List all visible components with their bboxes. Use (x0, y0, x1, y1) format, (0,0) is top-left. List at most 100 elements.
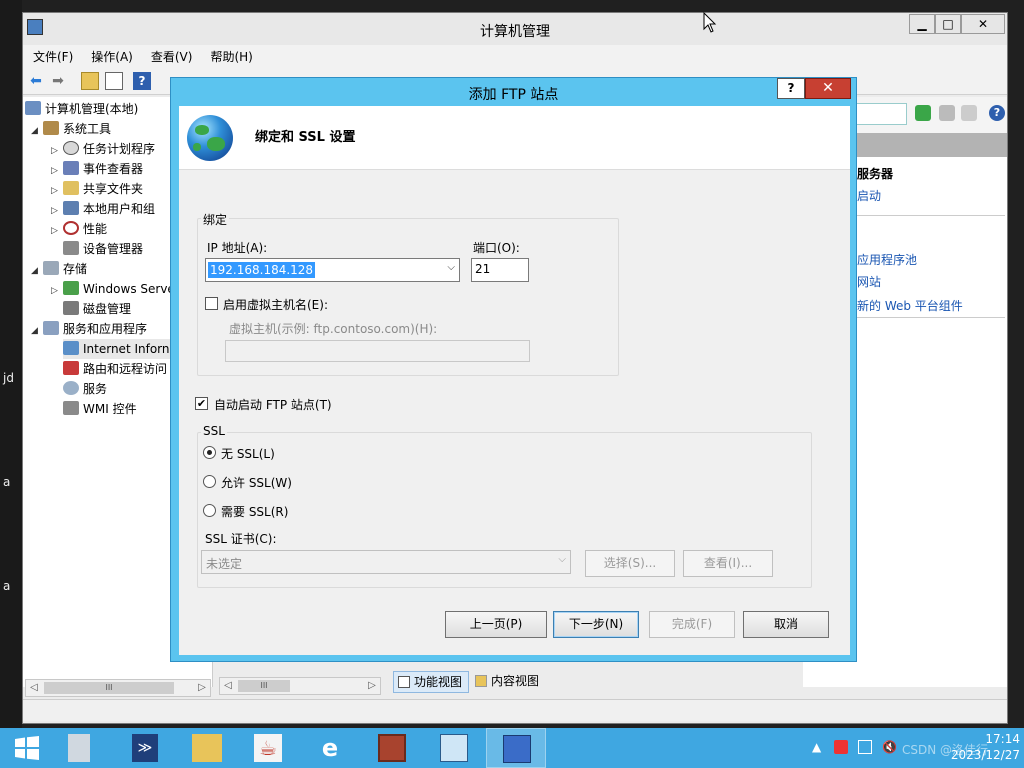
chevron-down-icon[interactable]: ⌵ (447, 262, 455, 273)
taskbar-internet-explorer[interactable]: e (300, 728, 360, 768)
tree-item-storage[interactable]: ◢ 存储 (31, 259, 87, 279)
performance-icon (63, 221, 79, 235)
expanded-arrow-icon[interactable]: ◢ (31, 261, 43, 279)
collapsed-arrow-icon[interactable]: ▷ (51, 181, 63, 199)
action-start[interactable]: 启动 (857, 187, 881, 204)
view-cert-button[interactable]: 查看(I)... (683, 550, 773, 577)
scroll-right-icon[interactable]: ▷ (194, 680, 210, 696)
autostart-checkbox[interactable]: ✔ (195, 397, 208, 410)
taskbar-computer-management[interactable] (486, 728, 546, 768)
action-sites[interactable]: 网站 (857, 273, 881, 290)
system-clock[interactable]: 17:14 2023/12/27 (940, 731, 1020, 763)
tree-item-task-scheduler[interactable]: ▷ 任务计划程序 (51, 139, 155, 159)
tree-item-computer-management[interactable]: 计算机管理(本地) (25, 99, 138, 119)
back-arrow-icon[interactable]: ⬅ (27, 72, 45, 90)
show-hide-tree-icon[interactable] (105, 72, 123, 90)
collapsed-arrow-icon[interactable]: ▷ (51, 221, 63, 239)
shared-folder-icon (63, 181, 79, 195)
ssl-cert-combo[interactable]: 未选定 ⌵ (201, 550, 571, 574)
divider (857, 317, 1005, 318)
expanded-arrow-icon[interactable]: ◢ (31, 321, 43, 339)
no-ssl-radio[interactable] (203, 446, 216, 459)
scroll-thumb[interactable]: III (44, 682, 174, 694)
tree-item-performance[interactable]: ▷ 性能 (51, 219, 107, 239)
cancel-button[interactable]: 取消 (743, 611, 829, 638)
select-cert-button[interactable]: 选择(S)... (585, 550, 675, 577)
taskbar-firewall[interactable] (362, 728, 422, 768)
tab-content-view[interactable]: 内容视图 (471, 671, 551, 693)
file-explorer-icon (192, 734, 222, 762)
scroll-right-icon[interactable]: ▷ (364, 678, 380, 694)
action-app-pools[interactable]: 应用程序池 (857, 251, 917, 268)
chevron-down-icon[interactable]: ⌵ (558, 554, 566, 565)
routing-icon (63, 361, 79, 375)
menu-action[interactable]: 操作(A) (81, 45, 141, 65)
taskbar-powershell[interactable]: ≫ (116, 728, 176, 768)
tree-item-services-apps[interactable]: ◢ 服务和应用程序 (31, 319, 147, 339)
action-center-icon[interactable] (834, 740, 848, 754)
tools-icon (43, 121, 59, 135)
menu-help[interactable]: 帮助(H) (200, 45, 260, 65)
menu-file[interactable]: 文件(F) (23, 45, 81, 65)
ip-address-combo[interactable]: 192.168.184.128 ⌵ (205, 258, 460, 282)
ssl-cert-label: SSL 证书(C): (205, 532, 277, 546)
taskbar-java[interactable]: ☕ (238, 728, 298, 768)
require-ssl-radio[interactable] (203, 504, 216, 517)
tree-item-disk-management[interactable]: 磁盘管理 (63, 299, 131, 319)
tree-item-shared-folders[interactable]: ▷ 共享文件夹 (51, 179, 143, 199)
iis-icon (63, 341, 79, 355)
taskbar-server-manager[interactable] (54, 728, 114, 768)
maximize-button[interactable]: □ (935, 14, 961, 34)
close-button[interactable]: ✕ (805, 78, 851, 99)
stop-icon[interactable] (939, 105, 955, 121)
tree-item-local-users[interactable]: ▷ 本地用户和组 (51, 199, 155, 219)
collapsed-arrow-icon[interactable]: ▷ (51, 281, 63, 299)
port-input[interactable]: 21 (471, 258, 529, 282)
tree-horizontal-scrollbar[interactable]: ◁ III ▷ (25, 679, 211, 697)
previous-button[interactable]: 上一页(P) (445, 611, 547, 638)
help-icon[interactable]: ? (133, 72, 151, 90)
scroll-left-icon[interactable]: ◁ (220, 678, 236, 694)
binding-legend: 绑定 (201, 211, 230, 228)
collapsed-arrow-icon[interactable]: ▷ (51, 161, 63, 179)
dialog-title-bar[interactable]: 添加 FTP 站点 (171, 78, 856, 106)
close-button[interactable]: ✕ (961, 14, 1005, 34)
window-title-bar[interactable]: 计算机管理 ▁ □ ✕ (23, 13, 1007, 45)
help-button[interactable]: ? (777, 78, 805, 99)
center-horizontal-scrollbar[interactable]: ◁ III ▷ (219, 677, 381, 695)
computer-management-icon (503, 735, 531, 763)
tree-item-device-manager[interactable]: 设备管理器 (63, 239, 143, 259)
network-icon[interactable] (858, 740, 872, 754)
powershell-icon: ≫ (132, 734, 158, 762)
start-button[interactable] (0, 728, 60, 768)
allow-ssl-radio[interactable] (203, 475, 216, 488)
action-web-platform[interactable]: 新的 Web 平台组件 (857, 297, 963, 314)
expanded-arrow-icon[interactable]: ◢ (31, 121, 43, 139)
collapsed-arrow-icon[interactable]: ▷ (51, 201, 63, 219)
tree-item-system-tools[interactable]: ◢ 系统工具 (31, 119, 111, 139)
minimize-button[interactable]: ▁ (909, 14, 935, 34)
forward-arrow-icon[interactable]: ➡ (49, 72, 67, 90)
show-hidden-icons-icon[interactable]: ▲ (812, 740, 821, 754)
taskbar-file-explorer[interactable] (176, 728, 236, 768)
scroll-left-icon[interactable]: ◁ (26, 680, 42, 696)
taskbar-control-panel[interactable] (424, 728, 484, 768)
home-icon[interactable] (961, 105, 977, 121)
collapsed-arrow-icon[interactable]: ▷ (51, 141, 63, 159)
tree-item-wmi[interactable]: WMI 控件 (63, 399, 137, 419)
volume-icon[interactable]: 🔇 (882, 740, 897, 754)
menu-view[interactable]: 查看(V) (141, 45, 201, 65)
virtual-host-checkbox[interactable] (205, 297, 218, 310)
refresh-icon[interactable] (915, 105, 931, 121)
finish-button[interactable]: 完成(F) (649, 611, 735, 638)
ssl-cert-value: 未选定 (206, 557, 243, 571)
tree-item-event-viewer[interactable]: ▷ 事件查看器 (51, 159, 143, 179)
up-folder-icon[interactable] (81, 72, 99, 90)
next-button[interactable]: 下一步(N) (553, 611, 639, 638)
help-icon[interactable]: ? (989, 105, 1005, 121)
scroll-thumb[interactable]: III (238, 680, 290, 692)
tab-feature-view[interactable]: 功能视图 (393, 671, 469, 693)
computer-icon (25, 101, 41, 115)
tree-item-services[interactable]: 服务 (63, 379, 107, 399)
virtual-host-input[interactable] (225, 340, 530, 362)
